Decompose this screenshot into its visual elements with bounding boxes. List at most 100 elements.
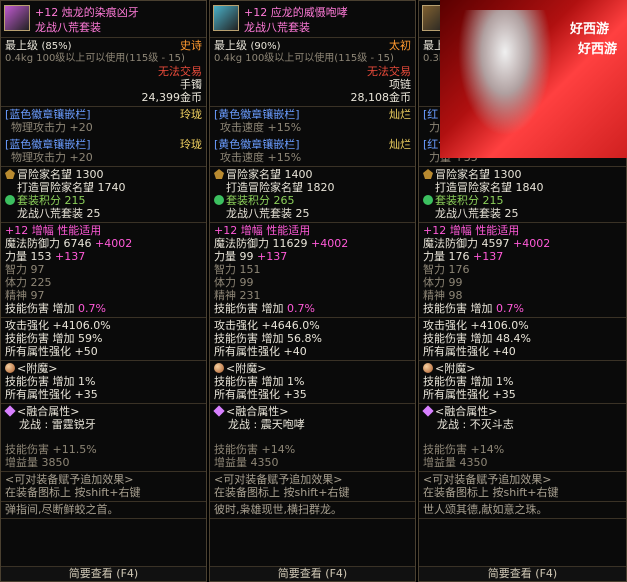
intelligence: 智力 176: [423, 263, 470, 276]
fame-value: 冒险家名望 1300: [17, 168, 104, 181]
trade-status: 无法交易: [367, 65, 411, 78]
fusion-section: <融合属性> 龙战 : 雷霆锐牙 技能伤害 +11.5% 增益量 3850: [1, 404, 206, 472]
adventurer-icon: [5, 169, 15, 179]
set-name-points: 龙战八荒套装 25: [226, 207, 310, 220]
fusion-value: 龙战 : 震天咆哮: [228, 418, 305, 431]
fusion-section: <融合属性> 龙战 : 震天咆哮 技能伤害 +14% 增益量 4350: [210, 404, 415, 472]
attack-enhance: 攻击强化 +4646.0%: [214, 319, 320, 332]
strength: 力量 99: [214, 250, 254, 263]
fusion-gain: 增益量 4350: [214, 456, 279, 469]
enchant-header: <附魔>: [17, 362, 58, 375]
rarity-label: 史诗: [180, 39, 202, 52]
tooltip-panel-1: +12 烛龙的染痕凶牙 龙战八荒套装 最上级 (85%) 史诗 0.4kg 100…: [0, 0, 207, 582]
flavor-text: 世人颂其德,献如意之珠。: [423, 503, 548, 516]
brief-view-button[interactable]: 简要查看 (F4): [210, 566, 415, 581]
item-title: +12 应龙的威慑咆哮: [244, 6, 348, 19]
enchant-stat-1: 技能伤害 增加 1%: [214, 375, 305, 388]
hint-line-2: 在装备图标上 按shift+右键: [214, 486, 350, 499]
enchant-section: <附魔> 技能伤害 增加 1% 所有属性强化 +35: [419, 361, 626, 404]
item-icon[interactable]: [4, 5, 30, 31]
trade-status: 无法交易: [158, 65, 202, 78]
item-title: +12 烛龙的染痕凶牙: [35, 6, 139, 19]
fusion-skill-damage: 技能伤害 +11.5%: [5, 443, 97, 456]
attack-enhance: 攻击强化 +4106.0%: [423, 319, 529, 332]
set-icon: [423, 195, 433, 205]
strength: 力量 153: [5, 250, 52, 263]
stats-section: +12 增幅 性能适用 魔法防御力 6746 +4002 力量 153 +137…: [1, 223, 206, 318]
emblem-slot-1: [黄色徽章镶嵌栏]: [214, 108, 300, 121]
strength-bonus: +137: [473, 250, 504, 263]
emblem-slot-2-stat: 攻击速度 +15%: [220, 151, 302, 164]
fusion-header: <融合属性>: [17, 405, 80, 418]
fusion-value: 龙战 : 不灭斗志: [437, 418, 514, 431]
skill-damage-increase: 技能伤害 增加 59%: [5, 332, 103, 345]
emblem-slot-1-stat: 力: [429, 121, 440, 134]
emblem-slot-1-grade: 玲珑: [180, 108, 202, 121]
fusion-section: <融合属性> 龙战 : 不灭斗志 技能伤害 +14% 增益量 4350: [419, 404, 626, 472]
basic-info: 最上级 (90%) 太初 0.4kg 100级以上可以使用(115级 - 15) …: [210, 38, 415, 107]
weight-requirement: 0.4kg 100级以上可以使用(115级 - 15): [5, 53, 185, 64]
grade-label: 最上级: [214, 39, 247, 52]
hint-section: <可对装备赋予追加效果> 在装备图标上 按shift+右键: [419, 472, 626, 502]
enchant-icon: [5, 363, 15, 373]
fusion-icon: [4, 405, 16, 417]
enchant-stat-1: 技能伤害 增加 1%: [423, 375, 514, 388]
forge-fame-value: 打造冒险家名望 1840: [435, 181, 544, 194]
flavor-text: 彼时,枭雄现世,横扫群龙。: [214, 503, 342, 516]
set-points: 套装积分 265: [226, 194, 295, 207]
stats-section: +12 增幅 性能适用 魔法防御力 4597 +4002 力量 176 +137…: [419, 223, 626, 318]
item-type: 手镯: [180, 78, 202, 91]
spirit: 精神 231: [214, 289, 261, 302]
stats-section: +12 增幅 性能适用 魔法防御力 11629 +4002 力量 99 +137…: [210, 223, 415, 318]
enchant-stat-2: 所有属性强化 +35: [423, 388, 516, 401]
brief-view-button[interactable]: 简要查看 (F4): [419, 566, 626, 581]
strength-bonus: +137: [257, 250, 288, 263]
flavor-section: 彼时,枭雄现世,横扫群龙。: [210, 502, 415, 519]
skill-damage-value: 0.7%: [287, 302, 315, 315]
emblem-slot-1: [红: [423, 108, 439, 121]
magic-defense-bonus: +4002: [513, 237, 551, 250]
item-type: 项链: [389, 78, 411, 91]
adventurer-icon: [214, 169, 224, 179]
set-name-points: 龙战八荒套装 25: [17, 207, 101, 220]
basic-info: 最上级 (85%) 史诗 0.4kg 100级以上可以使用(115级 - 15) …: [1, 38, 206, 107]
all-stats-enhance: 所有属性强化 +40: [423, 345, 516, 358]
emblem-slot-1-stat: 攻击速度 +15%: [220, 121, 302, 134]
hint-line-2: 在装备图标上 按shift+右键: [423, 486, 559, 499]
fusion-icon: [422, 405, 434, 417]
brief-view-button[interactable]: 简要查看 (F4): [1, 566, 206, 581]
grade-percent: (85%): [41, 41, 72, 52]
grade-percent: (90%): [250, 41, 281, 52]
all-stats-enhance: 所有属性强化 +50: [5, 345, 98, 358]
emblem-slot-1-stat: 物理攻击力 +20: [11, 121, 93, 134]
fame-section: 冒险家名望 1300 打造冒险家名望 1740 套装积分 215 龙战八荒套装 …: [1, 167, 206, 223]
fame-value: 冒险家名望 1300: [435, 168, 522, 181]
hint-section: <可对装备赋予追加效果> 在装备图标上 按shift+右键: [1, 472, 206, 502]
emblem-slot-1-grade: 灿烂: [389, 108, 411, 121]
emblem-slot-1: [蓝色徽章镶嵌栏]: [5, 108, 91, 121]
hint-line-1: <可对装备赋予追加效果>: [214, 473, 343, 486]
magic-defense: 魔法防御力 4597: [423, 237, 510, 250]
intelligence: 智力 151: [214, 263, 261, 276]
emblem-slots: [黄色徽章镶嵌栏] 灿烂 攻击速度 +15% [黄色徽章镶嵌栏] 灿烂 攻击速度 +…: [210, 107, 415, 167]
skill-damage: 技能伤害 增加: [5, 302, 75, 315]
set-name-points: 龙战八荒套装 25: [435, 207, 519, 220]
fusion-icon: [213, 405, 225, 417]
enhance-section: 攻击强化 +4106.0% 技能伤害 增加 59% 所有属性强化 +50: [1, 318, 206, 361]
vitality: 体力 225: [5, 276, 52, 289]
enchant-header: <附魔>: [435, 362, 476, 375]
fusion-gain: 增益量 3850: [5, 456, 70, 469]
amplify-label: +12 增幅 性能适用: [214, 224, 311, 237]
forge-fame-value: 打造冒险家名望 1740: [17, 181, 126, 194]
item-icon[interactable]: [213, 5, 239, 31]
item-set-name: 龙战八荒套装: [35, 21, 101, 34]
strength: 力量 176: [423, 250, 470, 263]
rarity-label: 太初: [389, 39, 411, 52]
attack-enhance: 攻击强化 +4106.0%: [5, 319, 111, 332]
item-header: +12 应龙的威慑咆哮 龙战八荒套装: [210, 1, 415, 38]
flavor-section: 弹指间,尽断鲜蛟之首。: [1, 502, 206, 519]
fame-value: 冒险家名望 1400: [226, 168, 313, 181]
enchant-section: <附魔> 技能伤害 增加 1% 所有属性强化 +35: [1, 361, 206, 404]
item-header: +12 烛龙的染痕凶牙 龙战八荒套装: [1, 1, 206, 38]
fusion-header: <融合属性>: [435, 405, 498, 418]
